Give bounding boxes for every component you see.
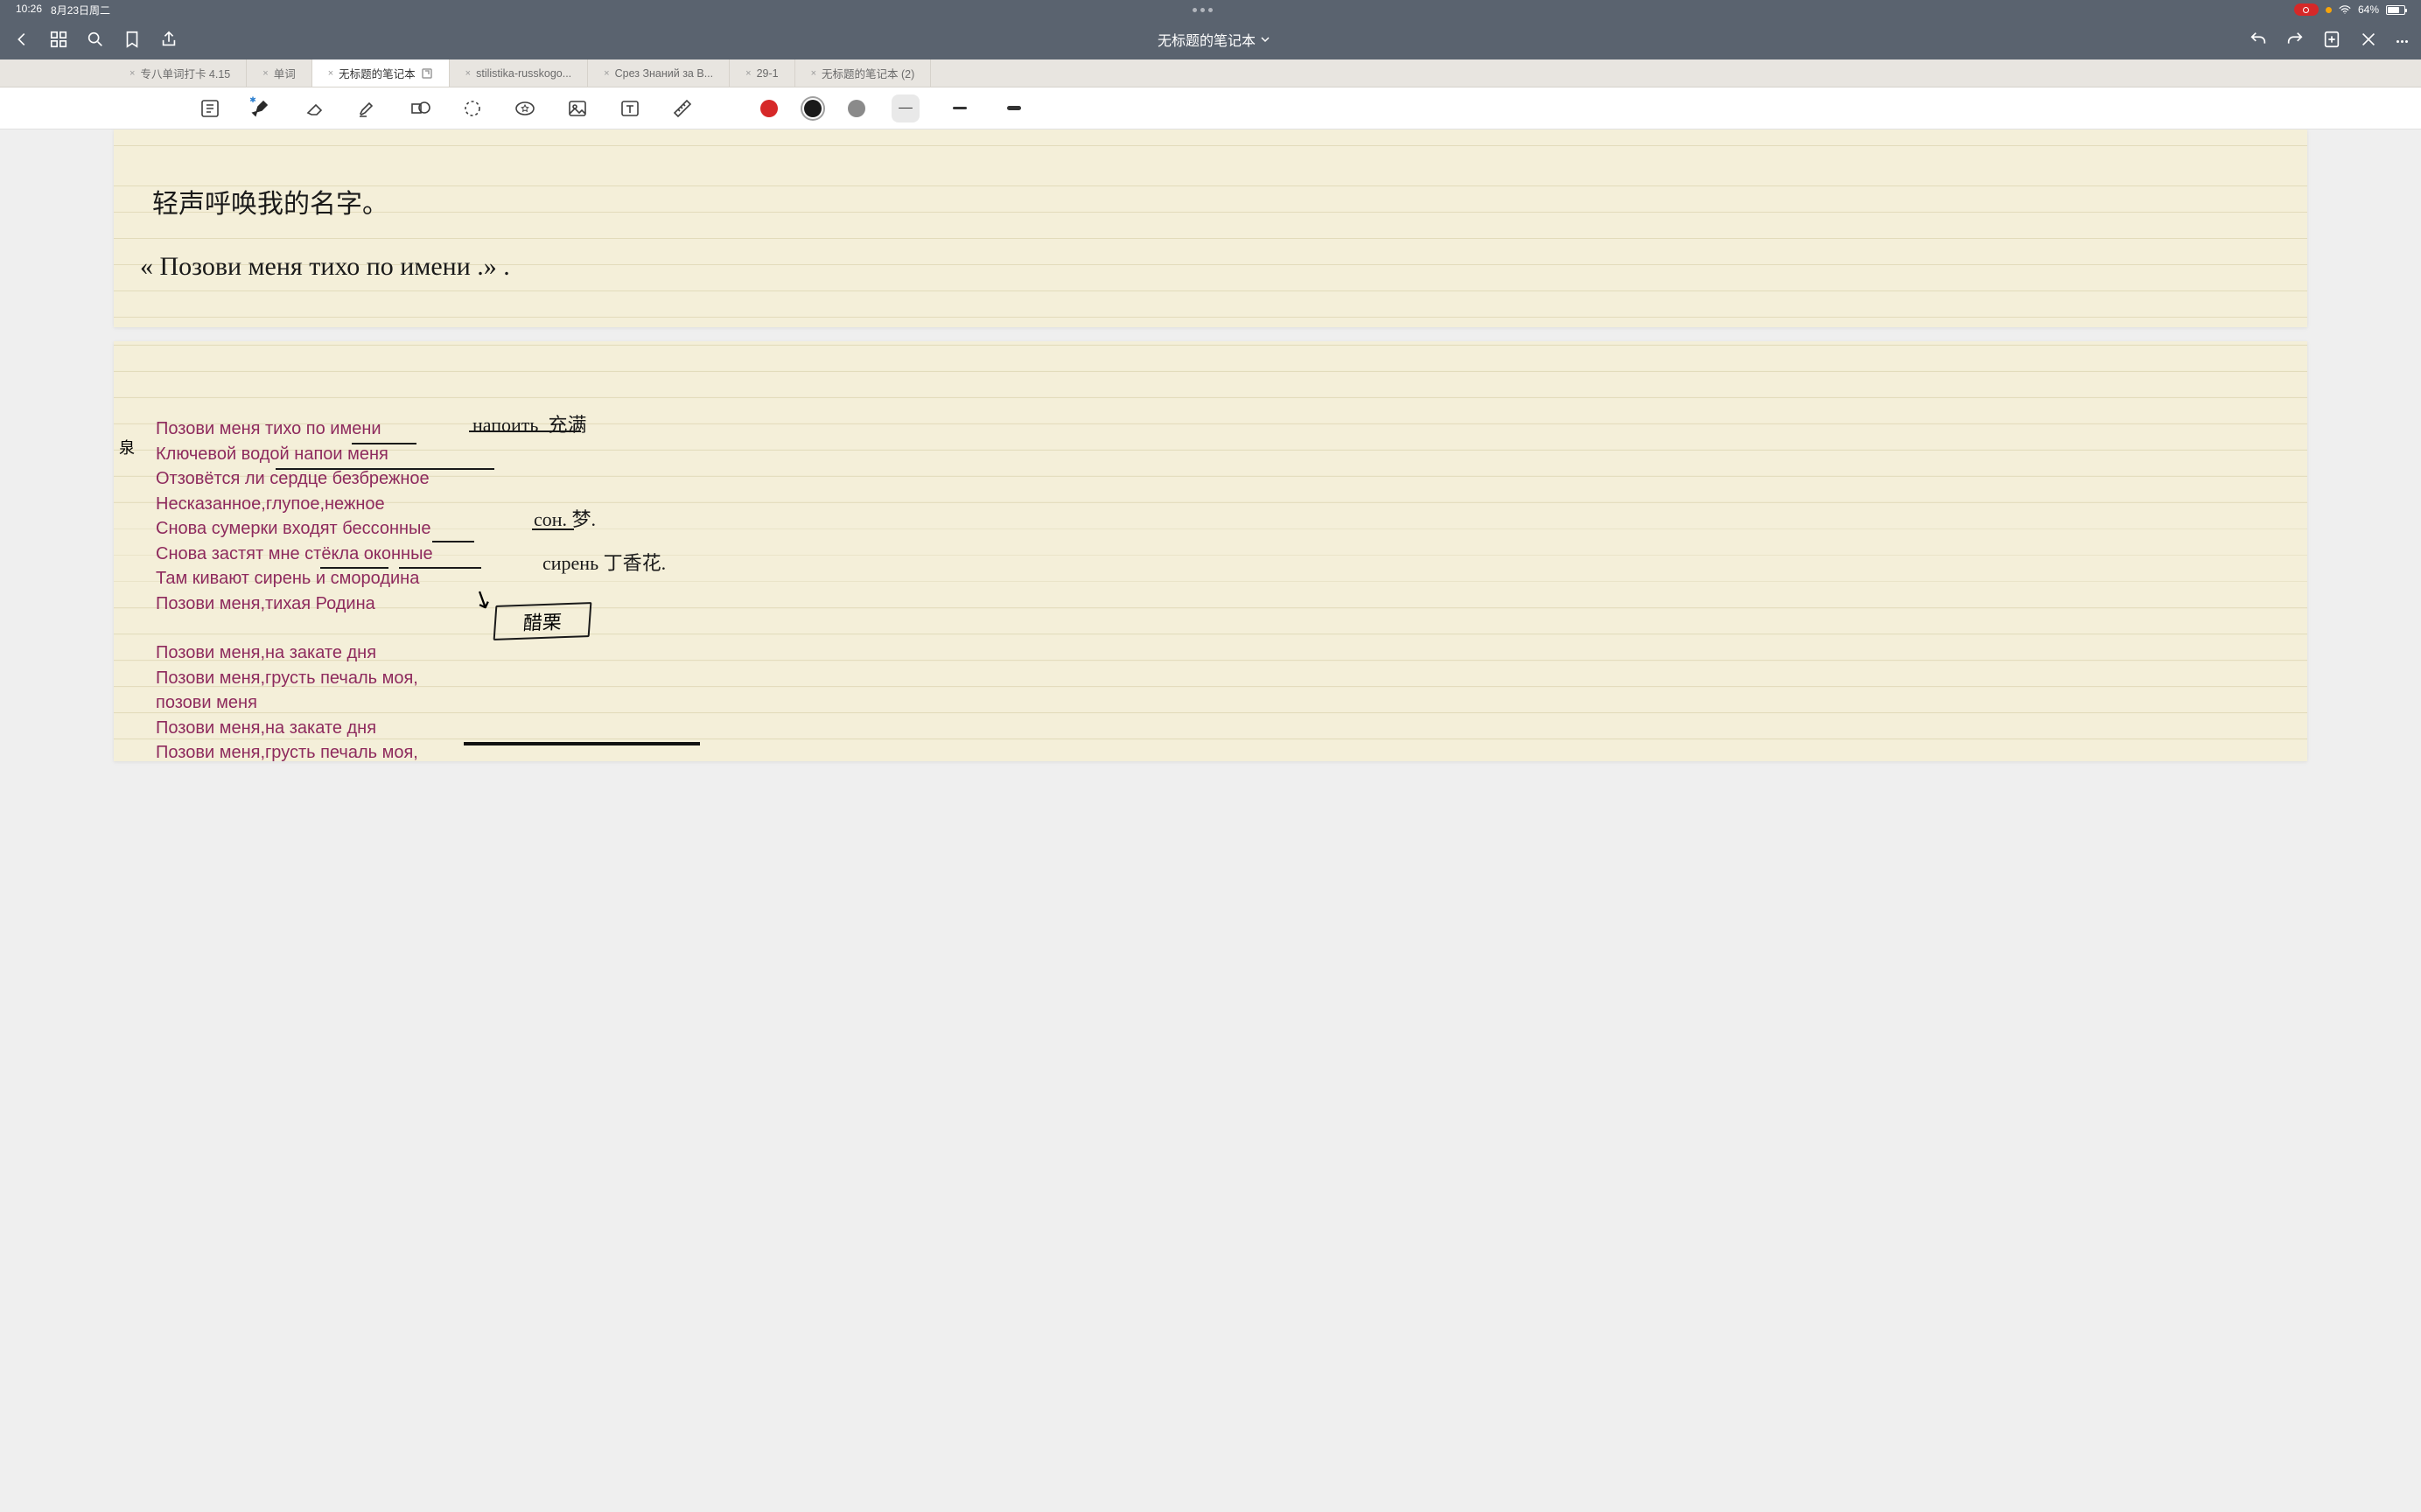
- tab-close-icon[interactable]: ×: [465, 68, 471, 79]
- tab-stilistika-russkogo...[interactable]: × stilistika-russkogo...: [450, 60, 589, 87]
- tab-strip: × 专八单词打卡 4.15 × 单词 × 无标题的笔记本 × stilistika-russk…: [0, 60, 2421, 88]
- tab-external-icon[interactable]: [421, 67, 433, 80]
- tab-close-icon[interactable]: ×: [129, 68, 135, 79]
- chevron-down-icon: [1261, 35, 1270, 44]
- tab-label: 29-1: [757, 67, 779, 80]
- poem-line: Позови меня,на закате дня: [156, 716, 2286, 741]
- canvas-workspace[interactable]: 轻声呼唤我的名字。 « Позови меня тихо по имени .»…: [0, 130, 2421, 1512]
- note-page-2[interactable]: 泉 напоить 充满 сон. 梦. сирень 丁香花. ↘ 醋栗 По…: [114, 341, 2307, 761]
- tab-label: 专八单词打卡 4.15: [140, 65, 230, 81]
- image-tool-icon[interactable]: [564, 95, 591, 122]
- tab-Срез Знаний за В...[interactable]: × Срез Знаний за В...: [588, 60, 730, 87]
- locator-dot-icon: [2326, 7, 2332, 13]
- tab-close-icon[interactable]: ×: [811, 68, 816, 79]
- poem-line: Ключевой водой напои меня: [156, 442, 2286, 467]
- document-title[interactable]: 无标题的笔记本: [191, 29, 2236, 50]
- pen-toolbar: ✱: [0, 88, 2421, 130]
- lasso-tool-icon[interactable]: [459, 95, 486, 122]
- tab-close-icon[interactable]: ×: [745, 68, 751, 79]
- ruler-tool-icon[interactable]: [669, 95, 696, 122]
- poem-line: Позови меня,грусть печаль моя,: [156, 666, 2286, 691]
- tab-label: 无标题的笔记本: [339, 65, 416, 81]
- poem-line: Снова застят мне стёкла оконные: [156, 542, 2286, 567]
- margin-note: 泉: [119, 436, 135, 458]
- status-time: 10:26: [16, 3, 42, 18]
- text-tool-icon[interactable]: [617, 95, 643, 122]
- tab-专八单词打卡 4.15[interactable]: × 专八单词打卡 4.15: [114, 60, 247, 87]
- close-icon[interactable]: [2359, 30, 2378, 49]
- color-gray[interactable]: [848, 100, 865, 117]
- tab-close-icon[interactable]: ×: [328, 68, 333, 79]
- poem-line: Несказанное,глупое,нежное: [156, 492, 2286, 517]
- poem-line: Снова сумерки входят бессонные: [156, 516, 2286, 542]
- screen-recording-indicator[interactable]: [2294, 4, 2319, 16]
- annotation-3: сирень 丁香花.: [542, 548, 666, 576]
- note-page-1[interactable]: 轻声呼唤我的名字。 « Позови меня тихо по имени .»…: [114, 130, 2307, 327]
- ipad-status-bar: 10:26 8月23日周二 64%: [0, 0, 2421, 19]
- back-icon[interactable]: [12, 30, 31, 49]
- poem-line: позови меня: [156, 690, 2286, 716]
- tab-label: 无标题的笔记本 (2): [822, 65, 914, 81]
- stroke-thick[interactable]: [1000, 94, 1028, 122]
- redo-icon[interactable]: [2285, 30, 2305, 49]
- tab-label: Срез Знаний за В...: [615, 67, 714, 80]
- tab-close-icon[interactable]: ×: [604, 68, 609, 79]
- search-icon[interactable]: [86, 30, 105, 49]
- poem-line: Позови меня,на закате дня: [156, 640, 2286, 666]
- underline-3: [432, 541, 474, 542]
- battery-icon: [2386, 5, 2405, 15]
- battery-percent: 64%: [2358, 4, 2379, 16]
- stroke-thin[interactable]: [892, 94, 920, 122]
- underline-4: [320, 567, 388, 569]
- bookmark-icon[interactable]: [122, 30, 142, 49]
- tab-单词[interactable]: × 单词: [247, 60, 311, 87]
- eraser-tool-icon[interactable]: [302, 95, 328, 122]
- poem-line: Отзовётся ли сердце безбрежное: [156, 466, 2286, 492]
- boxed-annotation: 醋栗: [493, 602, 592, 640]
- color-black[interactable]: [804, 100, 822, 117]
- underline-1: [352, 443, 416, 444]
- ruler-bar[interactable]: [464, 742, 700, 746]
- color-red[interactable]: [760, 100, 778, 117]
- pen-tool-icon[interactable]: ✱: [249, 95, 276, 122]
- tab-29-1[interactable]: × 29-1: [730, 60, 794, 87]
- reader-mode-icon[interactable]: [197, 95, 223, 122]
- tab-无标题的笔记本[interactable]: × 无标题的笔记本: [312, 60, 450, 87]
- tab-label: 单词: [274, 65, 296, 81]
- status-date: 8月23日周二: [51, 3, 110, 18]
- highlighter-tool-icon[interactable]: [354, 95, 381, 122]
- grid-view-icon[interactable]: [49, 30, 68, 49]
- tab-无标题的笔记本 (2)[interactable]: × 无标题的笔记本 (2): [795, 60, 932, 87]
- wifi-icon: [2339, 5, 2351, 14]
- tab-close-icon[interactable]: ×: [262, 68, 268, 79]
- underline-annotation-1: [469, 430, 581, 432]
- underline-annotation-2: [532, 528, 574, 530]
- add-page-icon[interactable]: [2322, 30, 2341, 49]
- annotation-1: напоить 充满: [472, 410, 586, 438]
- underline-2: [276, 468, 494, 470]
- favorites-tool-icon[interactable]: [512, 95, 538, 122]
- stroke-medium[interactable]: [946, 94, 974, 122]
- undo-icon[interactable]: [2249, 30, 2268, 49]
- poem-line: Там кивают сирень и смородина: [156, 566, 2286, 592]
- more-icon[interactable]: [2396, 32, 2409, 47]
- tab-label: stilistika-russkogo...: [476, 67, 571, 80]
- underline-5: [399, 567, 481, 569]
- multitask-dots[interactable]: [1193, 8, 1213, 12]
- app-header: 无标题的笔记本: [0, 19, 2421, 60]
- handwriting-line-2: « Позови меня тихо по имени .» .: [140, 252, 510, 282]
- shape-tool-icon[interactable]: [407, 95, 433, 122]
- handwriting-line-1: 轻声呼唤我的名字。: [152, 182, 388, 220]
- share-icon[interactable]: [159, 30, 178, 49]
